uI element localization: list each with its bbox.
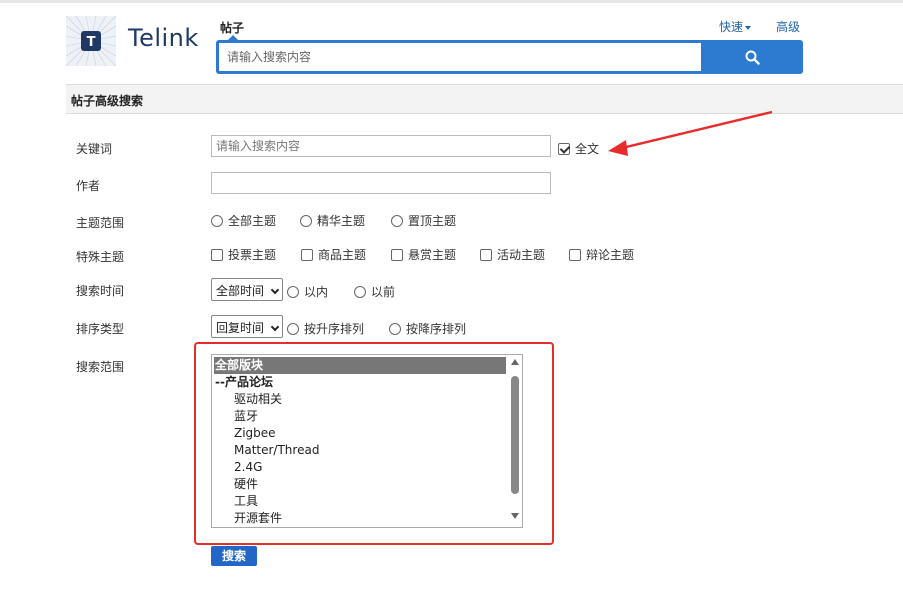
section-title: 帖子高级搜索 xyxy=(71,94,144,108)
radio-icon[interactable] xyxy=(354,286,366,298)
logo-text: Telink xyxy=(128,24,199,52)
checkbox-icon[interactable] xyxy=(301,249,313,261)
time-select[interactable]: 全部时间 xyxy=(211,278,283,301)
special-option-label: 悬赏主题 xyxy=(408,248,457,262)
special-check-reward[interactable]: 悬赏主题 xyxy=(391,246,456,263)
sort-radio-desc[interactable]: 按降序排列 xyxy=(389,320,466,337)
radio-icon[interactable] xyxy=(211,215,223,227)
top-search-input[interactable] xyxy=(219,43,701,71)
chevron-down-icon xyxy=(270,322,280,332)
checkbox-icon[interactable] xyxy=(480,249,492,261)
special-check-goods[interactable]: 商品主题 xyxy=(301,246,366,263)
keyword-label: 关键词 xyxy=(76,142,113,156)
time-radio-before[interactable]: 以前 xyxy=(354,283,395,300)
topic-scope-radio-all[interactable]: 全部主题 xyxy=(211,212,276,229)
special-option-label: 辩论主题 xyxy=(586,248,635,262)
author-input[interactable] xyxy=(211,172,551,194)
top-search-bar xyxy=(216,40,803,74)
sort-label: 排序类型 xyxy=(76,322,125,336)
special-check-debate[interactable]: 辩论主题 xyxy=(569,246,634,263)
topic-scope-option-label: 置顶主题 xyxy=(408,214,457,228)
fulltext-label: 全文 xyxy=(575,142,600,156)
sort-select[interactable]: 回复时间 xyxy=(211,315,283,338)
special-option-label: 活动主题 xyxy=(497,248,546,262)
annotation-highlight-box xyxy=(194,342,554,545)
top-border xyxy=(0,0,903,3)
quick-link[interactable]: 快速 xyxy=(719,18,752,35)
special-check-poll[interactable]: 投票主题 xyxy=(211,246,276,263)
logo-mark: T xyxy=(66,16,116,66)
topic-scope-label: 主题范围 xyxy=(76,216,125,230)
checkbox-icon[interactable] xyxy=(569,249,581,261)
search-submit-button[interactable]: 搜索 xyxy=(211,546,257,566)
time-radio-within[interactable]: 以内 xyxy=(287,283,328,300)
caret-down-icon xyxy=(745,25,752,30)
radio-icon[interactable] xyxy=(287,323,299,335)
logo-letter: T xyxy=(87,35,96,50)
checkbox-icon[interactable] xyxy=(391,249,403,261)
checkbox-checked-icon[interactable] xyxy=(558,143,570,155)
radio-icon[interactable] xyxy=(300,215,312,227)
special-label: 特殊主题 xyxy=(76,250,125,264)
sort-option-label: 按降序排列 xyxy=(406,322,467,336)
range-label: 搜索范围 xyxy=(76,360,125,374)
sort-select-value: 回复时间 xyxy=(216,321,265,335)
time-option-label: 以前 xyxy=(371,285,396,299)
special-option-label: 投票主题 xyxy=(228,248,277,262)
site-logo[interactable]: T Telink xyxy=(66,16,201,68)
special-check-activity[interactable]: 活动主题 xyxy=(480,246,545,263)
author-label: 作者 xyxy=(76,179,101,193)
search-icon xyxy=(745,50,760,65)
section-header: 帖子高级搜索 xyxy=(66,84,903,114)
top-search-button[interactable] xyxy=(704,43,800,71)
sort-option-label: 按升序排列 xyxy=(304,322,365,336)
time-select-value: 全部时间 xyxy=(216,284,265,298)
topic-scope-radio-digest[interactable]: 精华主题 xyxy=(300,212,365,229)
time-label: 搜索时间 xyxy=(76,284,125,298)
topic-scope-option-label: 全部主题 xyxy=(228,214,277,228)
radio-icon[interactable] xyxy=(287,286,299,298)
keyword-input[interactable] xyxy=(211,135,551,157)
sort-radio-asc[interactable]: 按升序排列 xyxy=(287,320,364,337)
radio-icon[interactable] xyxy=(389,323,401,335)
fulltext-checkbox[interactable]: 全文 xyxy=(558,140,599,157)
topic-scope-option-label: 精华主题 xyxy=(317,214,366,228)
radio-icon[interactable] xyxy=(391,215,403,227)
time-option-label: 以内 xyxy=(304,285,329,299)
advanced-link[interactable]: 高级 xyxy=(776,18,800,35)
special-option-label: 商品主题 xyxy=(318,248,367,262)
chevron-down-icon xyxy=(270,285,280,295)
checkbox-icon[interactable] xyxy=(211,249,223,261)
search-type-tab[interactable]: 帖子 xyxy=(220,19,244,36)
quick-link-label: 快速 xyxy=(719,20,744,34)
topic-scope-radio-sticky[interactable]: 置顶主题 xyxy=(391,212,456,229)
